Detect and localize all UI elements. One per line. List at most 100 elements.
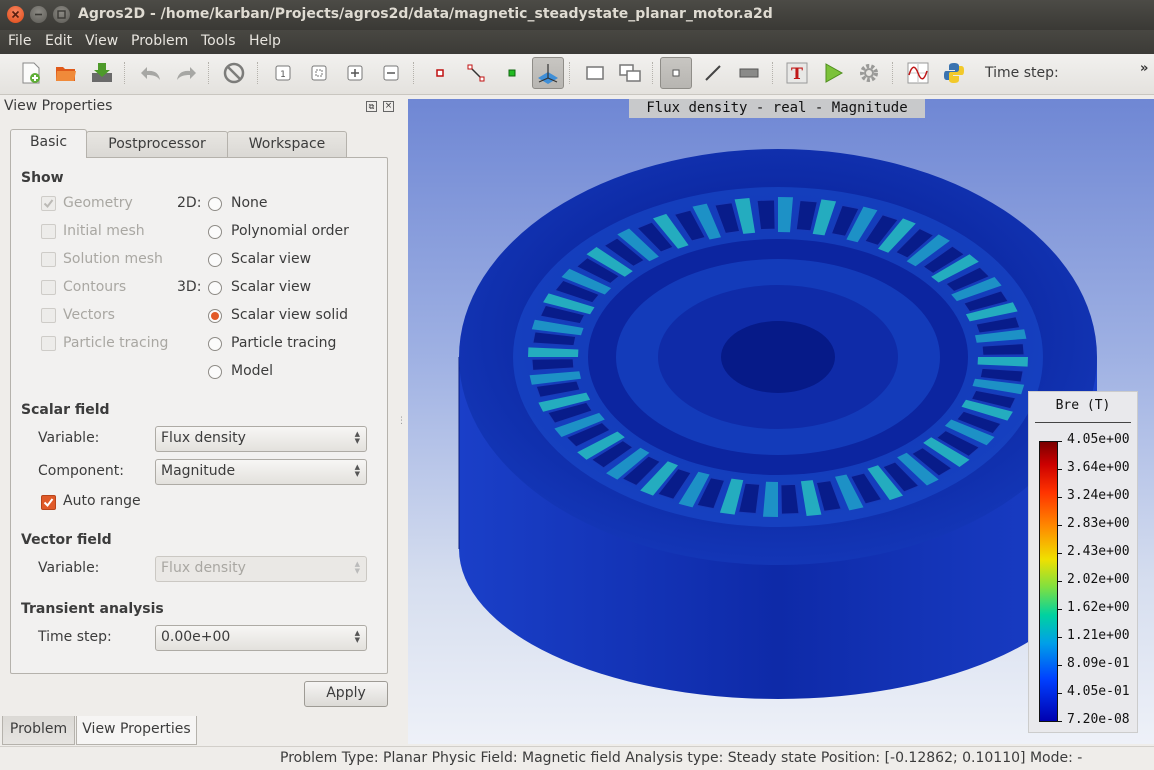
new-document-button[interactable] [18, 60, 44, 86]
vector-variable-value: Flux density [161, 560, 246, 576]
vectors-checkbox[interactable] [41, 308, 56, 323]
radio-none[interactable] [208, 197, 222, 211]
tab-postprocessor[interactable]: Postprocessor [86, 131, 228, 158]
geometry-label: Geometry [63, 195, 133, 211]
legend-tick [1058, 609, 1062, 610]
select-region-button[interactable] [582, 60, 608, 86]
transient-heading: Transient analysis [21, 601, 164, 617]
color-legend: Bre (T) 4.05e+00 3.64e+00 3.24e+00 2.83e+00… [1028, 391, 1138, 733]
initial-mesh-checkbox[interactable] [41, 224, 56, 239]
toolbar-separator [208, 62, 210, 84]
bottom-tab-problem[interactable]: Problem [2, 716, 75, 745]
zoom-out-button[interactable] [378, 60, 404, 86]
scalar-component-value: Magnitude [161, 463, 236, 479]
particle-tracing-checkbox[interactable] [41, 336, 56, 351]
zoom-in-button[interactable] [342, 60, 368, 86]
window-minimize-button[interactable] [30, 6, 47, 23]
spin-arrows-icon: ▲ ▼ [354, 560, 360, 575]
menu-edit[interactable]: Edit [45, 33, 72, 49]
zoom-region-button[interactable] [306, 60, 332, 86]
splitter-handle[interactable]: ⋮ [397, 416, 406, 426]
report-button[interactable]: T [784, 60, 810, 86]
time-step-label: Time step: [985, 65, 1059, 81]
toolbar-extension-button[interactable]: » [1140, 61, 1148, 76]
redo-icon [177, 67, 196, 80]
initial-mesh-label: Initial mesh [63, 223, 145, 239]
surface-integrals-button[interactable] [700, 60, 726, 86]
scalar-component-select[interactable]: Magnitude ▲ ▼ [155, 459, 367, 485]
apply-button[interactable]: Apply [304, 681, 388, 707]
operate-on-labels-button[interactable] [499, 60, 525, 86]
legend-tick [1058, 693, 1062, 694]
edge-icon [467, 64, 485, 82]
operate-on-nodes-button[interactable] [427, 60, 453, 86]
undo-icon [141, 67, 160, 80]
chart-button[interactable] [905, 60, 931, 86]
python-button[interactable] [941, 60, 967, 86]
contours-checkbox[interactable] [41, 280, 56, 295]
volume-integrals-button[interactable] [736, 60, 762, 86]
undo-button[interactable] [138, 60, 164, 86]
menu-tools[interactable]: Tools [201, 33, 236, 49]
close-icon [11, 10, 20, 19]
legend-tick [1058, 469, 1062, 470]
radio-particle-tracing[interactable] [208, 337, 222, 351]
zoom-fit-icon: 1 [275, 65, 291, 81]
folder-open-icon [56, 67, 76, 81]
checkmark-icon [43, 498, 54, 508]
toolbar: 1 T Time step: » [0, 54, 1154, 95]
status-bar: Problem Type: Planar Physic Field: Magne… [0, 746, 1154, 770]
window-close-button[interactable] [7, 6, 24, 23]
dock-close-icon[interactable]: × [383, 101, 394, 112]
select-overlap-button[interactable] [617, 60, 643, 86]
menu-problem[interactable]: Problem [131, 33, 188, 49]
open-button[interactable] [53, 60, 79, 86]
local-values-button[interactable] [660, 57, 692, 89]
menu-view[interactable]: View [85, 33, 118, 49]
menu-help[interactable]: Help [249, 33, 281, 49]
legend-tick [1058, 525, 1062, 526]
radio-scalar-view-3d[interactable] [208, 281, 222, 295]
save-button[interactable] [89, 60, 115, 86]
stator-slot [780, 484, 800, 515]
time-step-value: 0.00e+00 [161, 629, 231, 645]
radio-polynomial-order[interactable] [208, 225, 222, 239]
title-bar: Agros2D - /home/karban/Projects/agros2d/… [0, 0, 1154, 30]
solution-mesh-checkbox[interactable] [41, 252, 56, 267]
legend-color-bar [1039, 441, 1058, 722]
window-title: Agros2D - /home/karban/Projects/agros2d/… [78, 6, 773, 22]
legend-value: 3.24e+00 [1067, 488, 1130, 503]
postprocessor-viewport[interactable]: Flux density - real - Magnitude Bre (T) … [408, 99, 1154, 744]
dock-float-icon[interactable]: ⧉ [366, 101, 377, 112]
operate-on-edges-button[interactable] [463, 60, 489, 86]
menu-file[interactable]: File [8, 33, 31, 49]
radio-scalar-view-2d[interactable] [208, 253, 222, 267]
geometry-checkbox[interactable] [41, 196, 56, 211]
radio-scalar-view-solid[interactable] [208, 309, 222, 323]
zoom-out-icon [383, 65, 399, 81]
auto-range-checkbox[interactable] [41, 495, 56, 510]
bottom-tab-view-properties[interactable]: View Properties [76, 716, 197, 745]
tab-workspace[interactable]: Workspace [227, 131, 347, 158]
window-maximize-button[interactable] [53, 6, 70, 23]
scalar-variable-value: Flux density [161, 430, 246, 446]
solution-mesh-label: Solution mesh [63, 251, 163, 267]
toolbar-separator [413, 62, 415, 84]
stop-button[interactable] [221, 60, 247, 86]
line-icon [705, 65, 721, 81]
legend-tick [1058, 581, 1062, 582]
postprocessor-button[interactable] [532, 57, 564, 89]
scalar-variable-select[interactable]: Flux density ▲ ▼ [155, 426, 367, 452]
solve-button[interactable] [820, 60, 846, 86]
redo-button[interactable] [173, 60, 199, 86]
zoom-best-fit-button[interactable]: 1 [270, 60, 296, 86]
block-icon [739, 68, 759, 78]
time-step-select[interactable]: 0.00e+00 ▲ ▼ [155, 625, 367, 651]
spin-arrows-icon: ▲ ▼ [354, 430, 360, 445]
radio-model[interactable] [208, 365, 222, 379]
menu-bar: File Edit View Problem Tools Help [0, 30, 1154, 54]
tab-basic[interactable]: Basic [10, 129, 87, 158]
settings-button[interactable] [856, 60, 882, 86]
play-icon [825, 63, 844, 83]
vector-variable-select[interactable]: Flux density ▲ ▼ [155, 556, 367, 582]
